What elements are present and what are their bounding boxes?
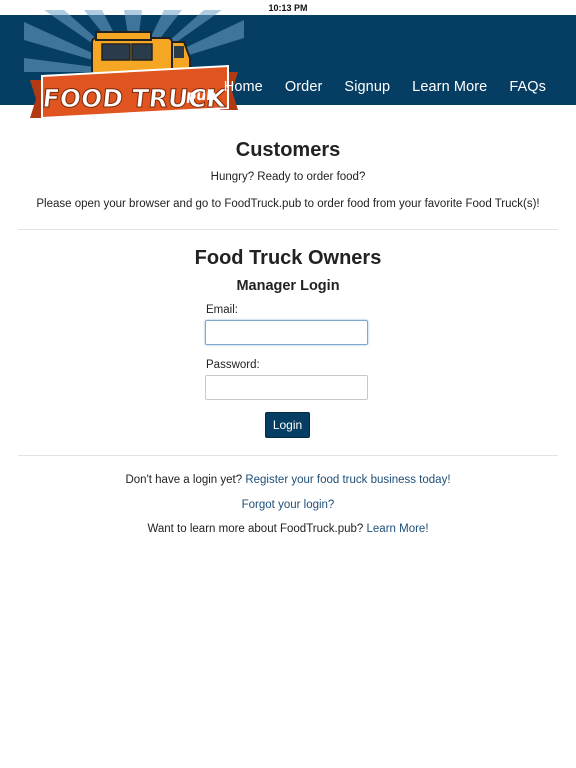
register-prompt: Don't have a login yet? xyxy=(125,474,243,486)
nav-signup[interactable]: Signup xyxy=(344,79,390,95)
register-row: Don't have a login yet? Register your fo… xyxy=(0,474,576,486)
owners-section: Food Truck Owners xyxy=(0,247,576,270)
manager-login-row: Manager Login xyxy=(0,278,576,294)
customers-line1-row: Hungry? Ready to order food? xyxy=(0,171,576,183)
customers-title: Customers xyxy=(235,139,341,161)
divider-bottom xyxy=(18,455,558,456)
divider-top xyxy=(18,229,558,230)
customers-line2-row: Please open your browser and go to FoodT… xyxy=(0,198,576,210)
main-nav: Home Order Signup Learn More FAQs xyxy=(224,79,546,95)
nav-home[interactable]: Home xyxy=(224,79,263,95)
manager-login-heading: Manager Login xyxy=(236,278,340,294)
owners-title: Food Truck Owners xyxy=(194,247,382,269)
email-field[interactable] xyxy=(205,320,368,345)
customers-line1: Hungry? Ready to order food? xyxy=(210,171,366,183)
learn-more-prompt: Want to learn more about FoodTruck.pub? xyxy=(147,523,364,535)
learn-more-row: Want to learn more about FoodTruck.pub? … xyxy=(0,523,576,535)
nav-order[interactable]: Order xyxy=(285,79,323,95)
status-time: 10:13 PM xyxy=(268,3,308,13)
food-truck-logo[interactable]: FOOD TRUCK .pub xyxy=(24,10,244,135)
nav-learn-more[interactable]: Learn More xyxy=(412,79,487,95)
forgot-row: Forgot your login? xyxy=(0,499,576,511)
food-truck-logo-icon: FOOD TRUCK .pub xyxy=(24,10,244,120)
nav-faqs[interactable]: FAQs xyxy=(509,79,546,95)
learn-more-link[interactable]: Learn More! xyxy=(367,523,429,535)
login-button[interactable]: Login xyxy=(265,412,310,438)
email-label: Email: xyxy=(206,304,238,316)
svg-text:.pub: .pub xyxy=(180,88,217,104)
register-link[interactable]: Register your food truck business today! xyxy=(245,474,450,486)
forgot-login-link[interactable]: Forgot your login? xyxy=(242,499,335,511)
customers-section: Customers xyxy=(0,139,576,162)
password-label: Password: xyxy=(206,359,260,371)
password-field[interactable] xyxy=(205,375,368,400)
customers-line2: Please open your browser and go to FoodT… xyxy=(36,198,540,210)
